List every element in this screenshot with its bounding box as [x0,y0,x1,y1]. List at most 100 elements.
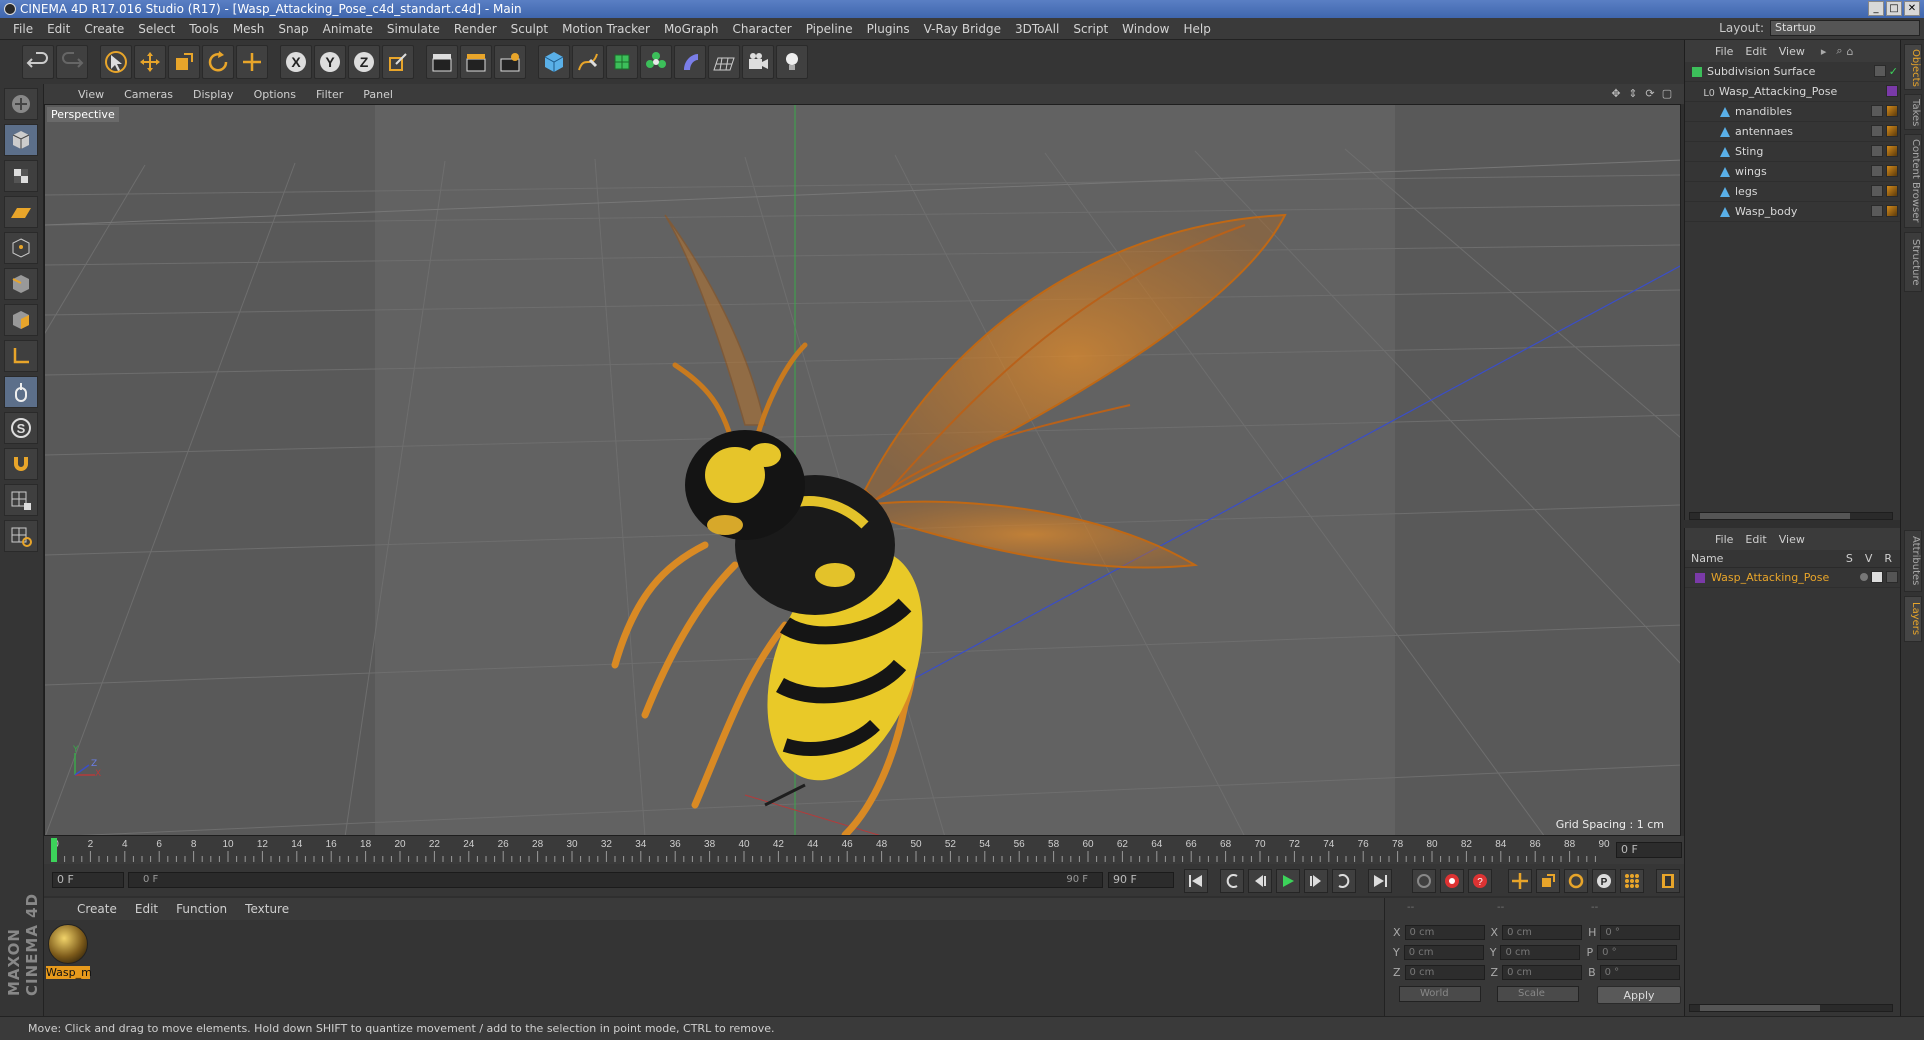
viewport-menu-panel[interactable]: Panel [353,88,403,101]
coord-x-position[interactable]: 0 cm [1404,924,1485,940]
material-tag-icon[interactable] [1886,125,1898,137]
zoom-view-icon[interactable]: ⇕ [1626,86,1640,100]
viewport-menu-filter[interactable]: Filter [306,88,353,101]
layout-select[interactable]: Startup [1770,20,1920,36]
menu-character[interactable]: Character [725,22,798,36]
menu-select[interactable]: Select [131,22,182,36]
play-button[interactable] [1276,869,1300,893]
menu-3dtoall[interactable]: 3DToAll [1008,22,1066,36]
key-scale-button[interactable] [1536,869,1560,893]
pen-spline-button[interactable] [572,45,604,79]
menu-snap[interactable]: Snap [271,22,315,36]
layer-solo-column[interactable]: S [1846,552,1853,565]
key-pla-button[interactable] [1620,869,1644,893]
object-home-icon[interactable]: ⌂ [1847,45,1854,58]
polygons-mode-button[interactable] [4,304,38,336]
timeline-ruler[interactable]: 0246810121416182022242628303234363840424… [44,836,1684,864]
menu-create[interactable]: Create [77,22,131,36]
coord-z-size[interactable]: 0 cm [1502,964,1583,980]
object-search-icon[interactable]: ⌕ [1836,44,1842,58]
layer-visible-column[interactable]: V [1865,552,1873,565]
live-selection-button[interactable] [100,45,132,79]
key-parameter-button[interactable]: P [1592,869,1616,893]
workplane-mode-button[interactable] [4,196,38,228]
visibility-flag[interactable] [1871,145,1883,157]
model-mode-button[interactable] [4,124,38,156]
tab-structure[interactable]: Structure [1904,232,1922,292]
tab-layers[interactable]: Layers [1904,596,1922,642]
menu-vray-bridge[interactable]: V-Ray Bridge [917,22,1008,36]
x-axis-lock-button[interactable]: X [280,45,312,79]
start-frame-field[interactable]: 0 F [52,872,124,888]
material-menu-edit[interactable]: Edit [126,902,167,916]
menu-edit[interactable]: Edit [40,22,77,36]
record-active-button[interactable] [1440,869,1464,893]
layer-row[interactable]: Wasp_Attacking_Pose [1685,568,1900,588]
redo-button[interactable] [56,45,88,79]
axis-mode-button[interactable] [4,340,38,372]
coord-mode-select[interactable]: Scale [1497,986,1579,1002]
floor-button[interactable] [708,45,740,79]
menu-mograph[interactable]: MoGraph [657,22,726,36]
material-menu-function[interactable]: Function [167,902,236,916]
menu-mesh[interactable]: Mesh [226,22,272,36]
object-row[interactable]: Subdivision Surface ✓ [1685,62,1900,82]
motion-record-button[interactable] [1412,869,1436,893]
coord-p-rotation[interactable]: 0 ° [1597,944,1678,960]
object-row[interactable]: Wasp_body [1685,202,1900,222]
material-swatch[interactable]: Wasp_m [46,922,92,980]
tab-content-browser[interactable]: Content Browser [1904,134,1922,228]
layer-menu-file[interactable]: File [1709,533,1739,546]
menu-help[interactable]: Help [1176,22,1217,36]
coord-space-select[interactable]: World [1399,986,1481,1002]
apply-button[interactable]: Apply [1597,986,1681,1004]
texture-mode-button[interactable] [4,160,38,192]
deformer-button[interactable] [674,45,706,79]
current-frame-field[interactable]: 0 F [1616,842,1682,858]
object-menu-edit[interactable]: Edit [1739,45,1772,58]
material-tag-icon[interactable] [1886,185,1898,197]
camera-button[interactable] [742,45,774,79]
make-editable-button[interactable] [4,88,38,120]
layer-manager-scrollbar[interactable] [1689,1004,1893,1012]
next-key-button[interactable] [1332,869,1356,893]
move-view-icon[interactable]: ✥ [1609,86,1623,100]
key-position-button[interactable] [1508,869,1532,893]
tab-objects[interactable]: Objects [1904,44,1922,90]
menu-render[interactable]: Render [447,22,504,36]
layer-visible-eye-icon[interactable] [1871,571,1883,583]
scrollbar-thumb[interactable] [1700,1005,1820,1011]
menu-simulate[interactable]: Simulate [380,22,447,36]
previous-key-button[interactable] [1220,869,1244,893]
layer-name-column[interactable]: Name [1691,552,1723,565]
magnet-button[interactable] [4,448,38,480]
menu-script[interactable]: Script [1066,22,1115,36]
cube-object-button[interactable] [538,45,570,79]
playhead[interactable] [51,838,57,862]
tab-attributes[interactable]: Attributes [1904,530,1922,592]
coord-y-position[interactable]: 0 cm [1403,944,1484,960]
rotate-view-icon[interactable]: ⟳ [1643,86,1657,100]
next-frame-button[interactable] [1304,869,1328,893]
coord-x-size[interactable]: 0 cm [1502,924,1583,940]
perspective-viewport[interactable]: Perspective Y X Z Grid Spacing : 1 cm [44,104,1681,836]
light-button[interactable] [776,45,808,79]
layer-render-column[interactable]: R [1884,552,1892,565]
cloner-button[interactable] [640,45,672,79]
minimize-button[interactable]: _ [1868,1,1884,16]
material-menu-create[interactable]: Create [68,902,126,916]
visibility-flag[interactable] [1871,185,1883,197]
layer-render-icon[interactable] [1886,571,1898,583]
edges-mode-button[interactable] [4,268,38,300]
render-view-button[interactable] [426,45,458,79]
material-tag-icon[interactable] [1886,165,1898,177]
key-rotation-button[interactable] [1564,869,1588,893]
points-mode-button[interactable] [4,232,38,264]
tweak-mode-button[interactable] [4,376,38,408]
maximize-button[interactable]: □ [1886,1,1902,16]
viewport-menu-options[interactable]: Options [244,88,306,101]
visibility-flag[interactable] [1871,105,1883,117]
object-manager-scrollbar[interactable] [1689,512,1893,520]
snapping-button[interactable]: S [4,412,38,444]
layer-color-swatch[interactable] [1695,572,1705,583]
